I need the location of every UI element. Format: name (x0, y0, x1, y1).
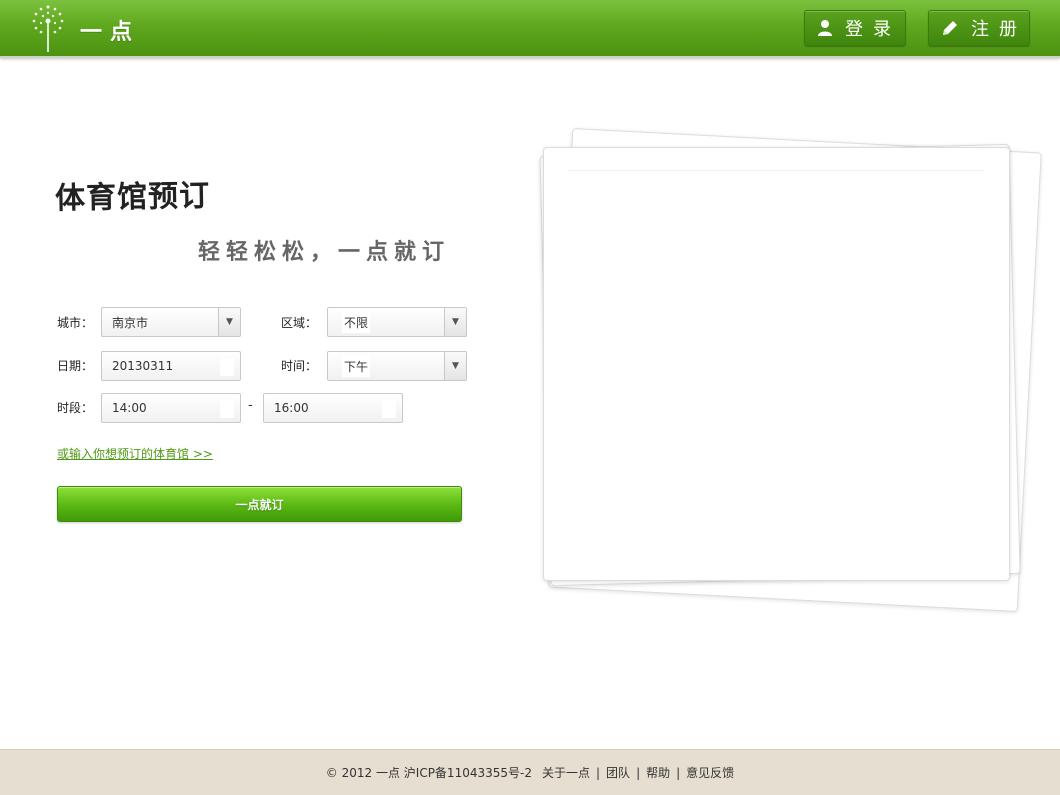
pencil-icon (943, 21, 957, 35)
panel-divider (568, 170, 985, 171)
city-label: 城市： (57, 316, 94, 330)
page-title: 体育馆预订 (54, 178, 211, 217)
footer-link-about[interactable]: 关于一点 (542, 764, 590, 781)
footer-divider: | (676, 765, 681, 780)
period-start-value: 14:00 (112, 401, 147, 415)
top-header: 一点 登录 注册 (0, 0, 1060, 58)
logo-text[interactable]: 一点 (80, 14, 140, 46)
city-select[interactable]: 南京市 ▼ (101, 307, 241, 337)
copyright-text: © 2012 一点 沪ICP备11043355号-2 (325, 766, 532, 780)
register-button[interactable]: 注册 (928, 10, 1030, 46)
city-value: 南京市 (112, 315, 149, 330)
district-value: 不限 (342, 311, 371, 333)
period-label: 时段： (57, 401, 94, 415)
time-value: 下午 (342, 355, 371, 377)
login-label: 登录 (845, 19, 901, 40)
period-end-input[interactable]: 16:00 (263, 393, 403, 423)
chevron-down-icon[interactable]: ▼ (444, 308, 466, 336)
chevron-down-icon[interactable]: ▼ (444, 352, 466, 380)
period-start-input[interactable]: 14:00 (101, 393, 241, 423)
user-icon (818, 20, 832, 36)
footer-divider: | (636, 765, 641, 780)
date-label: 日期： (57, 359, 94, 373)
period-end-value: 16:00 (274, 401, 309, 415)
district-select[interactable]: 不限 ▼ (327, 307, 467, 337)
footer-link-feedback[interactable]: 意见反馈 (686, 764, 734, 781)
login-button[interactable]: 登录 (804, 10, 906, 46)
dandelion-logo-icon[interactable] (30, 4, 66, 54)
search-venue-link[interactable]: 或输入你想预订的体育馆 >> (57, 445, 213, 462)
footer: © 2012 一点 沪ICP备11043355号-2 关于一点 | 团队 | 帮… (0, 749, 1060, 795)
date-value: 20130311 (112, 359, 174, 373)
date-input-notch (220, 358, 234, 376)
date-input[interactable]: 20130311 (101, 351, 241, 381)
time-label: 时间： (281, 359, 318, 373)
period-start-notch (220, 400, 234, 418)
period-separator: - (248, 398, 253, 413)
venue-preview-panel (543, 147, 1010, 581)
chevron-down-icon[interactable]: ▼ (218, 308, 240, 336)
footer-divider: | (596, 765, 601, 780)
register-label: 注册 (971, 19, 1027, 40)
period-end-notch (382, 400, 396, 418)
book-button[interactable]: 一点就订 (57, 486, 462, 522)
slogan: 轻轻松松，一点就订 (198, 240, 451, 265)
footer-link-help[interactable]: 帮助 (646, 764, 670, 781)
footer-link-team[interactable]: 团队 (606, 764, 630, 781)
time-select[interactable]: 下午 ▼ (327, 351, 467, 381)
district-label: 区域： (281, 316, 318, 330)
